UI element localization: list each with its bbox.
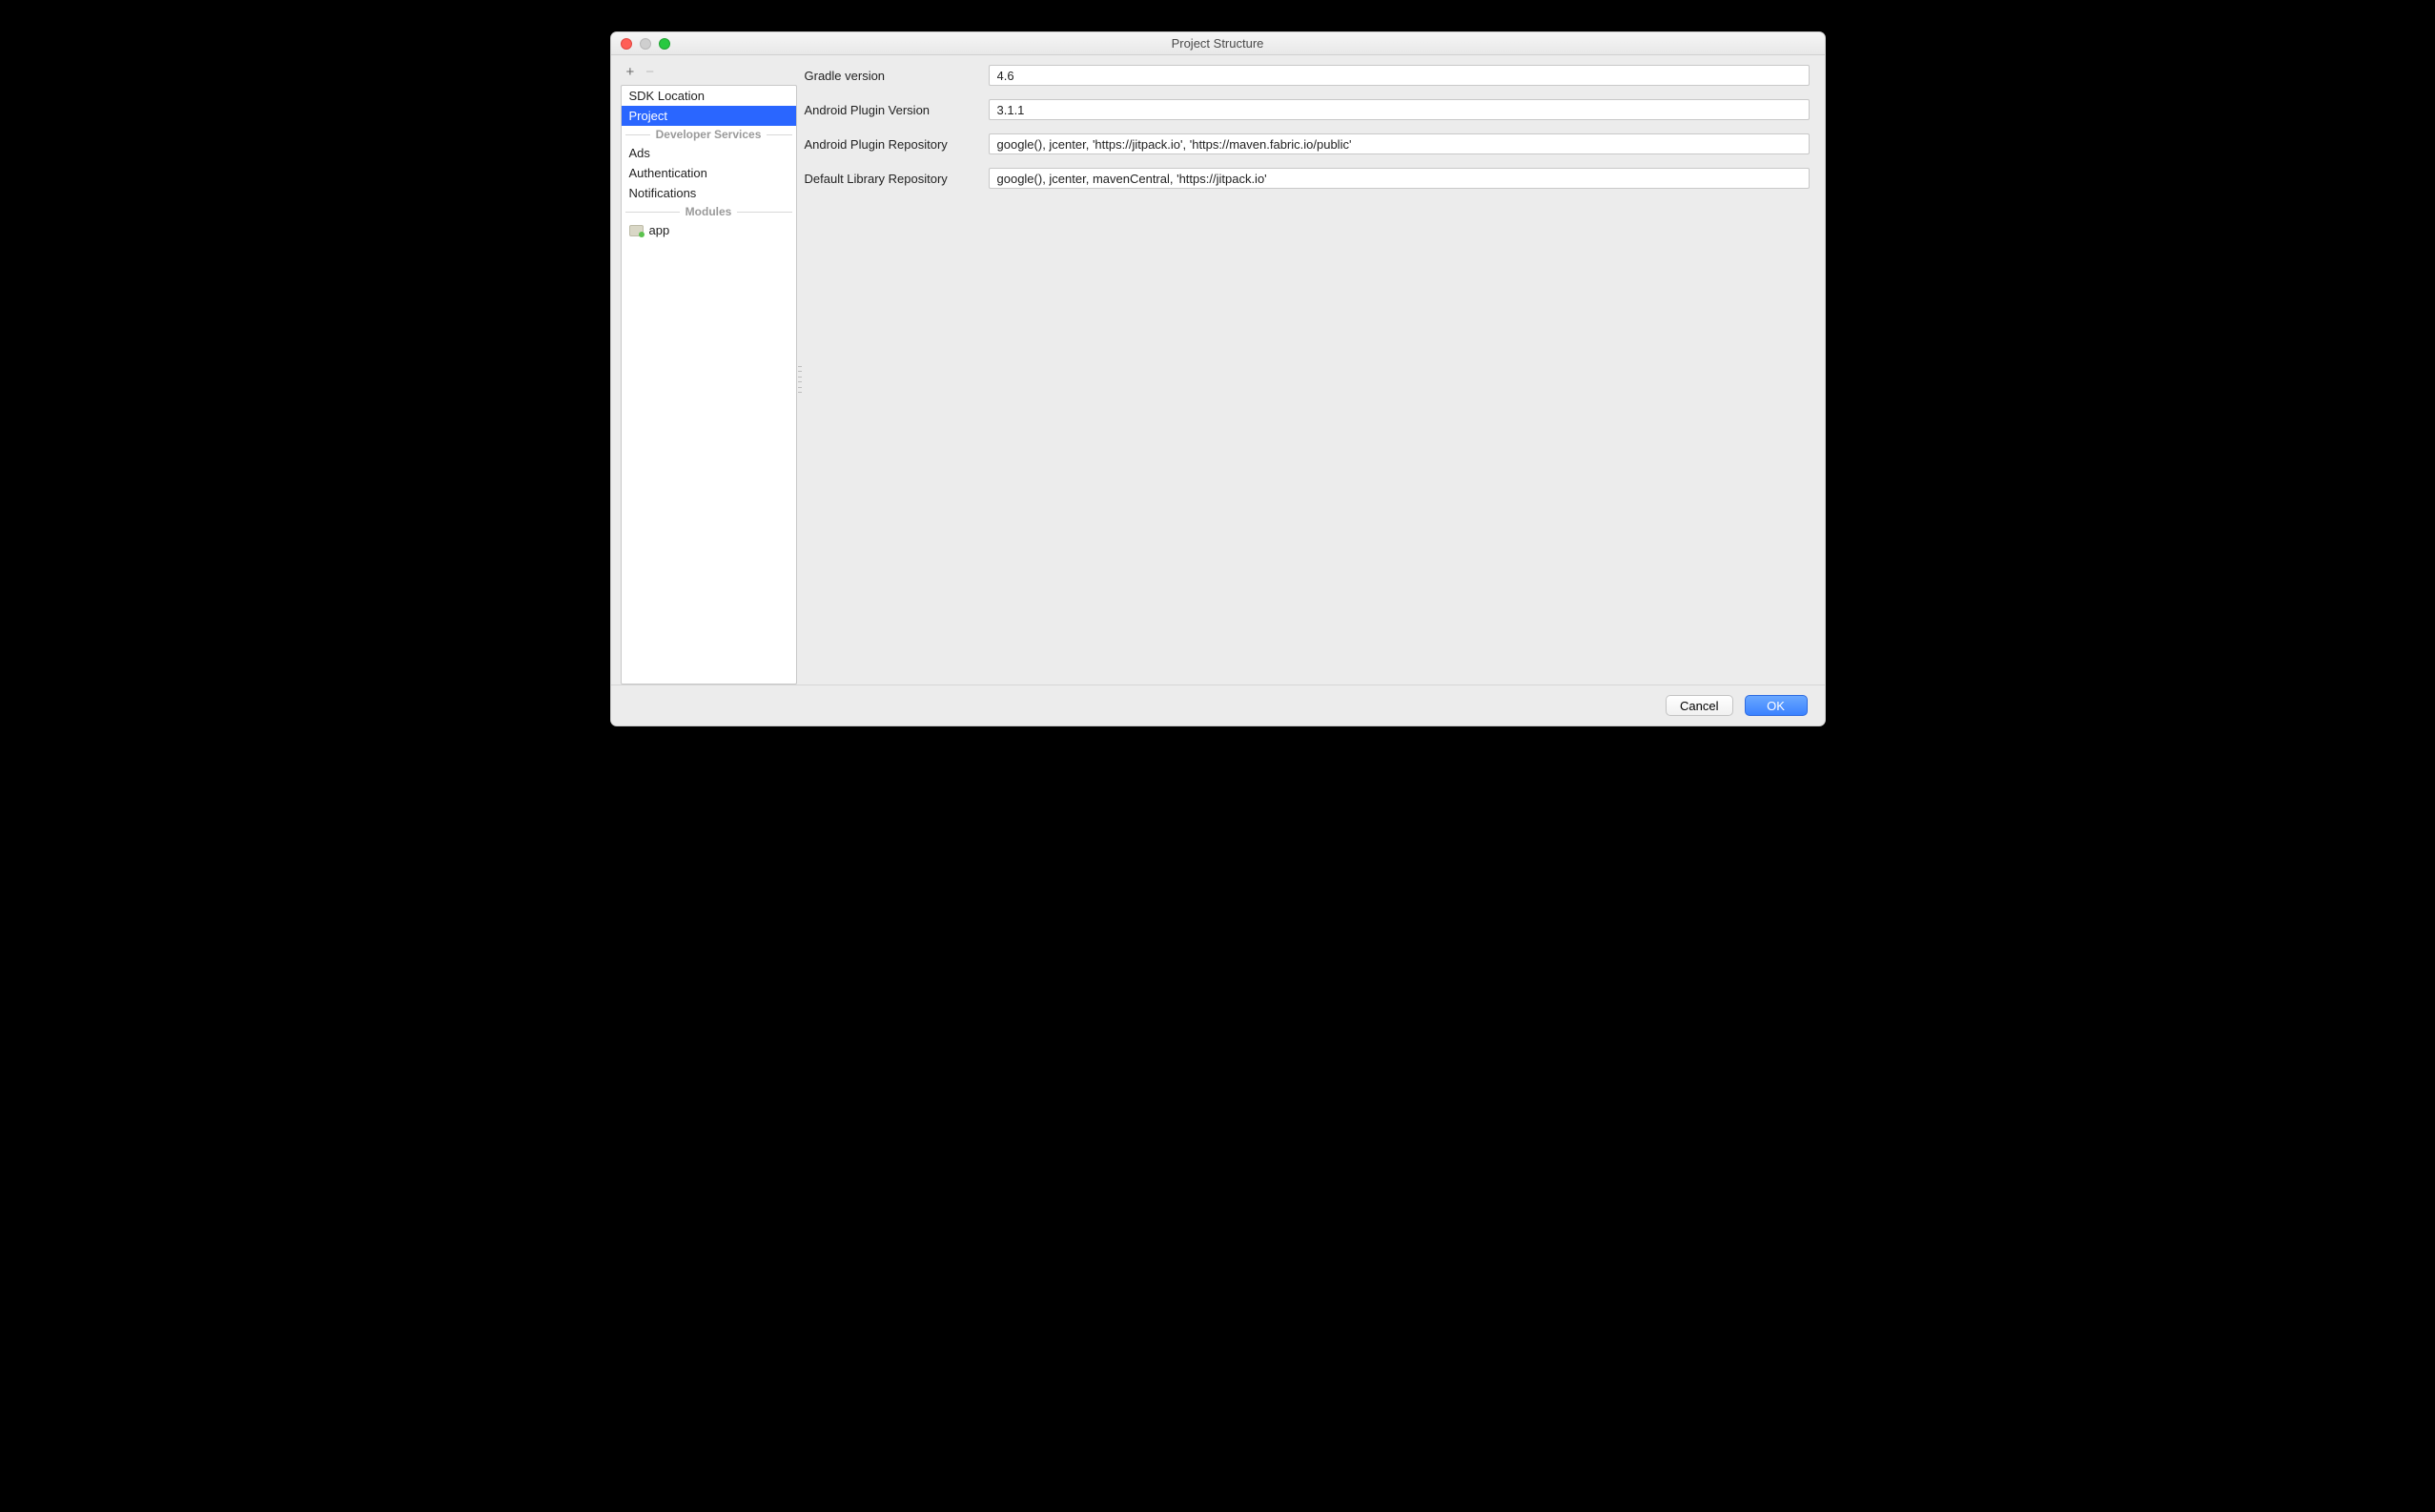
dialog-footer: Cancel OK	[611, 684, 1825, 725]
sidebar: + − SDK Location Project Developer Servi…	[621, 63, 797, 684]
window-title: Project Structure	[611, 36, 1825, 51]
sidebar-item-label: app	[649, 223, 670, 237]
input-gradle-version[interactable]	[989, 65, 1810, 86]
sidebar-toolbar: + −	[621, 63, 797, 85]
sidebar-item-sdk-location[interactable]: SDK Location	[622, 86, 796, 106]
input-plugin-version[interactable]	[989, 99, 1810, 120]
label-gradle-version: Gradle version	[805, 69, 981, 83]
cancel-button[interactable]: Cancel	[1666, 695, 1732, 716]
dialog-body: + − SDK Location Project Developer Servi…	[611, 55, 1825, 684]
zoom-icon[interactable]	[659, 38, 670, 50]
project-structure-window: Project Structure + − SDK Location Proje…	[610, 31, 1826, 726]
content-panel: Gradle version Android Plugin Version An…	[805, 63, 1815, 684]
label-plugin-version: Android Plugin Version	[805, 103, 981, 117]
minimize-icon	[640, 38, 651, 50]
titlebar: Project Structure	[611, 32, 1825, 55]
splitter-handle[interactable]	[797, 366, 803, 393]
add-icon[interactable]: +	[626, 65, 635, 79]
label-lib-repo: Default Library Repository	[805, 172, 981, 186]
sidebar-item-project[interactable]: Project	[622, 106, 796, 126]
remove-icon[interactable]: −	[645, 65, 654, 79]
sidebar-item-ads[interactable]: Ads	[622, 143, 796, 163]
input-lib-repo[interactable]	[989, 168, 1810, 189]
sidebar-list: SDK Location Project Developer Services …	[621, 85, 797, 684]
sidebar-separator-services: Developer Services	[622, 126, 796, 143]
sidebar-item-authentication[interactable]: Authentication	[622, 163, 796, 183]
ok-button[interactable]: OK	[1745, 695, 1808, 716]
sidebar-separator-modules: Modules	[622, 203, 796, 220]
label-plugin-repo: Android Plugin Repository	[805, 137, 981, 152]
sidebar-item-module-app[interactable]: app	[622, 220, 796, 240]
close-icon[interactable]	[621, 38, 632, 50]
sidebar-item-notifications[interactable]: Notifications	[622, 183, 796, 203]
window-controls	[611, 38, 670, 50]
module-folder-icon	[629, 225, 644, 236]
input-plugin-repo[interactable]	[989, 133, 1810, 154]
project-form: Gradle version Android Plugin Version An…	[805, 63, 1815, 189]
